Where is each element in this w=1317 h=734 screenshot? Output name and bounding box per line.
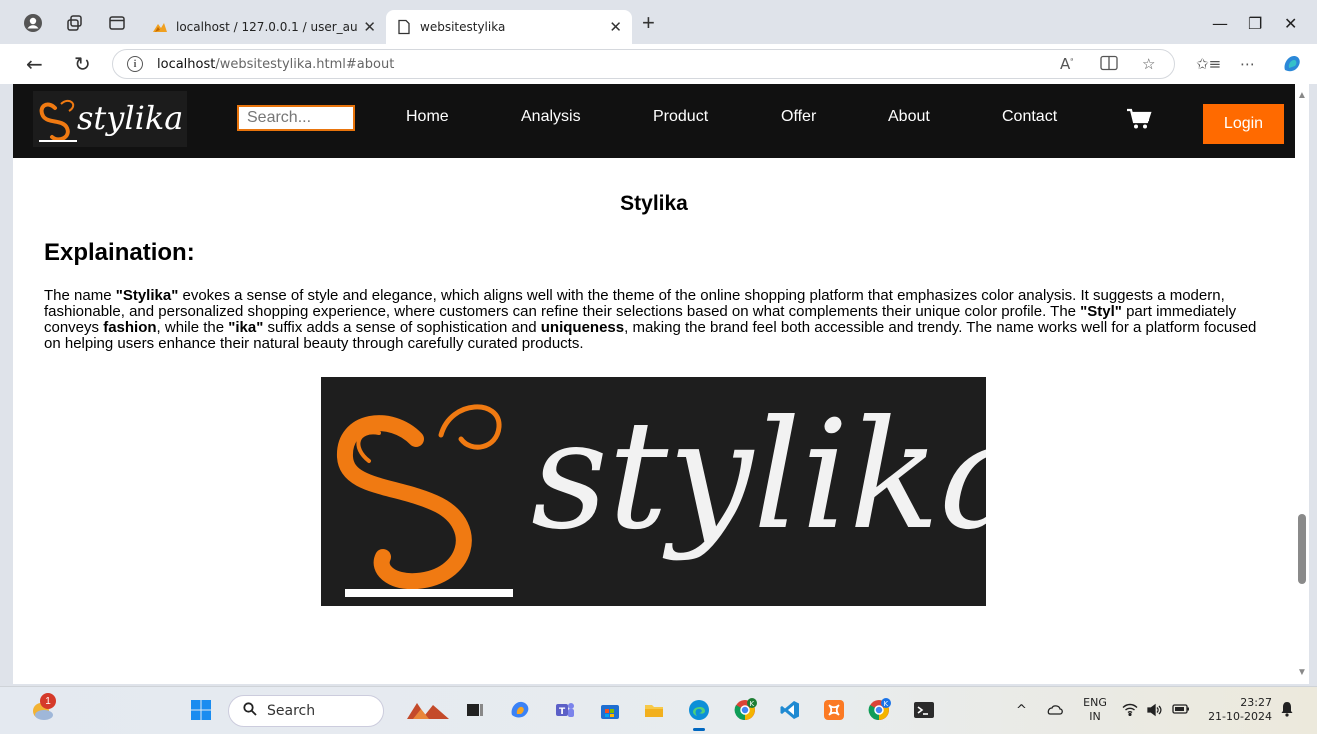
- url-path: /websitestylika.html#about: [215, 56, 395, 72]
- svg-text:T: T: [559, 707, 566, 717]
- site-info-icon[interactable]: i: [127, 56, 143, 72]
- close-window-button[interactable]: ✕: [1284, 14, 1297, 33]
- workspaces-icon[interactable]: [64, 12, 86, 34]
- favorites-list-icon[interactable]: ✩≡: [1196, 55, 1221, 73]
- taskbar-search[interactable]: Search: [228, 695, 384, 727]
- url-host: localhost: [157, 56, 216, 72]
- notification-bell-icon[interactable]: [1280, 701, 1294, 721]
- immersive-reader-icon[interactable]: [1100, 55, 1118, 75]
- section-heading: Explaination:: [44, 239, 195, 266]
- svg-text:K: K: [884, 700, 889, 708]
- browser-tab-strip: localhost / 127.0.0.1 / user_auth / ✕ we…: [0, 0, 1317, 44]
- chrome-profile-icon[interactable]: K: [732, 697, 758, 723]
- windows-taskbar: 1 Search T K K ^ ENG IN 23:27 21-10-2024: [0, 686, 1317, 734]
- profile-icon[interactable]: [22, 12, 44, 34]
- back-button[interactable]: ←: [26, 52, 43, 76]
- search-label: Search: [267, 703, 316, 719]
- tab-title: websitestylika: [420, 20, 506, 34]
- refresh-button[interactable]: ↻: [74, 52, 91, 76]
- page-viewport: stylika Home Analysis Product Offer Abou…: [13, 84, 1295, 684]
- teams-icon[interactable]: T: [552, 697, 578, 723]
- new-tab-button[interactable]: +: [642, 12, 655, 34]
- brand-banner-image: stylika: [321, 377, 1029, 606]
- paragraph-text: , while the: [156, 319, 229, 336]
- scroll-up-icon[interactable]: ▲: [1297, 90, 1307, 101]
- file-explorer-icon[interactable]: [641, 697, 667, 723]
- task-view-icon[interactable]: [462, 697, 488, 723]
- nav-about[interactable]: About: [888, 108, 930, 126]
- emphasis-text: "Stylika": [115, 287, 179, 304]
- nav-contact[interactable]: Contact: [1002, 108, 1057, 126]
- favorite-star-icon[interactable]: ☆: [1142, 55, 1155, 73]
- wifi-icon[interactable]: [1122, 703, 1138, 720]
- site-search-input[interactable]: [237, 105, 355, 131]
- tab-title: localhost / 127.0.0.1 / user_auth /: [176, 20, 358, 34]
- tab-websitestylika[interactable]: websitestylika ✕: [386, 10, 632, 44]
- terminal-icon[interactable]: [911, 697, 937, 723]
- chrome-profile-2-icon[interactable]: K: [866, 697, 892, 723]
- close-tab-icon[interactable]: ✕: [363, 18, 376, 36]
- address-bar[interactable]: i localhost/websitestylika.html#about: [112, 49, 1175, 79]
- paragraph-text: evokes a sense of style and elegance, wh…: [44, 287, 1225, 320]
- emphasis-text: uniqueness: [540, 319, 625, 336]
- language-code: ENG: [1083, 696, 1107, 709]
- site-logo[interactable]: stylika: [33, 91, 187, 147]
- svg-text:K: K: [750, 700, 755, 708]
- svg-text:stylika: stylika: [531, 389, 986, 563]
- clock[interactable]: 23:27 21-10-2024: [1200, 696, 1272, 724]
- page-scrollbar[interactable]: ▲ ▼: [1295, 84, 1309, 684]
- minimize-button[interactable]: —: [1212, 14, 1228, 33]
- page-title: Stylika: [620, 192, 688, 215]
- vscode-icon[interactable]: [777, 697, 803, 723]
- xampp-icon[interactable]: [821, 697, 847, 723]
- description-paragraph: The name "Stylika" evokes a sense of sty…: [44, 288, 1276, 352]
- emphasis-text: "ika": [228, 319, 264, 336]
- show-hidden-icons-icon[interactable]: ^: [1016, 703, 1027, 718]
- svg-text:stylika: stylika: [77, 99, 183, 137]
- paragraph-text: The name: [44, 287, 116, 304]
- weather-widget-icon[interactable]: 1: [30, 693, 56, 723]
- copilot-app-icon[interactable]: [507, 697, 533, 723]
- copilot-icon[interactable]: [1280, 52, 1304, 80]
- battery-icon[interactable]: [1172, 703, 1190, 719]
- browser-toolbar: ← ↻ i localhost/websitestylika.html#abou…: [0, 44, 1317, 84]
- notification-badge: 1: [40, 693, 56, 709]
- emphasis-text: fashion: [103, 319, 157, 336]
- scrollbar-thumb[interactable]: [1298, 514, 1306, 584]
- volume-icon[interactable]: [1146, 703, 1162, 721]
- tab-actions-icon[interactable]: [106, 12, 128, 34]
- more-options-icon[interactable]: ⋯: [1240, 55, 1255, 73]
- paragraph-text: suffix adds a sense of sophistication an…: [263, 319, 541, 336]
- start-windows-icon[interactable]: [188, 697, 214, 723]
- copilot-hero-icon[interactable]: [404, 697, 452, 723]
- shopping-cart-icon[interactable]: [1126, 108, 1152, 130]
- read-aloud-icon[interactable]: Aᵃ: [1060, 55, 1073, 73]
- login-button[interactable]: Login: [1203, 104, 1284, 144]
- clock-date: 21-10-2024: [1208, 710, 1272, 723]
- close-tab-icon[interactable]: ✕: [609, 18, 622, 36]
- nav-home[interactable]: Home: [406, 108, 449, 126]
- site-navbar: stylika Home Analysis Product Offer Abou…: [13, 84, 1295, 158]
- tab-phpmyadmin[interactable]: localhost / 127.0.0.1 / user_auth / ✕: [142, 10, 386, 44]
- nav-offer[interactable]: Offer: [781, 108, 816, 126]
- nav-analysis[interactable]: Analysis: [521, 108, 581, 126]
- edge-browser-icon[interactable]: [686, 697, 712, 731]
- region-code: IN: [1089, 710, 1101, 723]
- store-icon[interactable]: [597, 697, 623, 723]
- onedrive-icon[interactable]: [1046, 703, 1064, 719]
- page-icon: [398, 19, 410, 35]
- phpmyadmin-icon: [153, 23, 167, 32]
- scroll-down-icon[interactable]: ▼: [1297, 667, 1307, 678]
- search-icon: [243, 702, 257, 720]
- clock-time: 23:27: [1240, 696, 1272, 709]
- language-indicator[interactable]: ENG IN: [1082, 696, 1108, 724]
- emphasis-text: "Styl": [1080, 303, 1122, 320]
- restore-button[interactable]: ❐: [1248, 14, 1262, 33]
- nav-product[interactable]: Product: [653, 108, 708, 126]
